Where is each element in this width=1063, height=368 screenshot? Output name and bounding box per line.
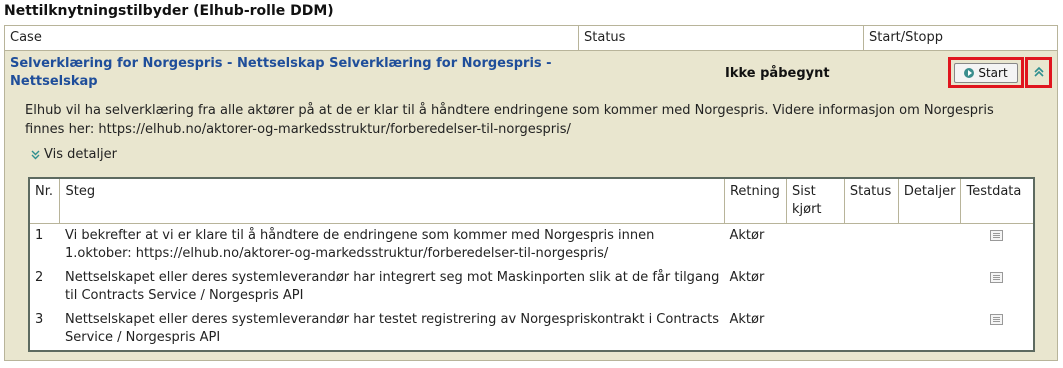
step-text: Nettselskapet eller deres systemleverand… [64,312,720,345]
col-last-run: Sist kjørt [785,177,845,224]
step-status [844,308,898,351]
step-nr: 3 [35,312,44,327]
case-description: Elhub vil ha selverklæring fra alle aktø… [25,103,994,137]
document-icon[interactable] [990,272,1004,283]
header-divider [863,26,864,50]
step-testdata [961,266,1034,308]
double-chevron-up-svg [1033,66,1044,77]
step-direction: Aktør [729,228,765,243]
col-direction: Retning [723,177,787,224]
step-status [844,224,898,267]
header-divider [578,26,579,50]
steps-header-row: Nr. Steg Retning Sist kjørt Status Detal… [28,177,1035,224]
double-chevron-down-icon [31,150,40,159]
double-chevron-up-icon[interactable] [1030,62,1047,82]
col-testdata: Testdata [960,177,1035,224]
section-title: Nettilknytningstilbyder (Elhub-rolle DDM… [4,3,334,19]
case-panel: Case Status Start/Stopp Selverklæring fo… [4,25,1058,361]
header-status: Status [584,30,626,45]
show-details-toggle[interactable]: Vis detaljer [31,147,117,162]
header-case: Case [10,30,42,45]
step-last-run [786,266,844,308]
step-text: Vi bekrefter at vi er klare til å håndte… [64,228,655,261]
step-details [898,266,961,308]
step-status [844,266,898,308]
table-row: 3 Nettselskapet eller deres systemlevera… [29,308,1034,351]
step-details [898,308,961,351]
document-icon[interactable] [990,230,1004,241]
col-step: Steg [59,177,725,224]
start-button[interactable]: Start [954,63,1018,83]
table-row: 2 Nettselskapet eller deres systemlevera… [29,266,1034,308]
step-direction: Aktør [729,270,765,285]
step-testdata [961,308,1034,351]
step-details [898,224,961,267]
play-circle-icon [964,68,975,78]
steps-table: Nr. Steg Retning Sist kjørt Status Detal… [28,177,1035,352]
step-direction: Aktør [729,312,765,327]
case-table-header: Case Status Start/Stopp [5,26,1057,51]
step-nr: 2 [35,270,44,285]
col-status: Status [843,177,899,224]
step-text: Nettselskapet eller deres systemleverand… [64,270,720,303]
col-nr: Nr. [28,177,61,224]
document-icon[interactable] [990,314,1004,325]
header-start-stop: Start/Stopp [869,30,943,45]
step-nr: 1 [35,228,44,243]
case-title-link[interactable]: Selverklæring for Norgespris - Nettselsk… [10,55,570,91]
step-testdata [961,224,1034,267]
step-last-run [786,224,844,267]
col-details: Detaljer [897,177,962,224]
show-details-label: Vis detaljer [44,147,118,162]
case-status: Ikke påbegynt [725,66,830,81]
table-row: 1 Vi bekrefter at vi er klare til å hånd… [29,224,1034,267]
start-button-label: Start [978,66,1008,80]
step-last-run [786,308,844,351]
